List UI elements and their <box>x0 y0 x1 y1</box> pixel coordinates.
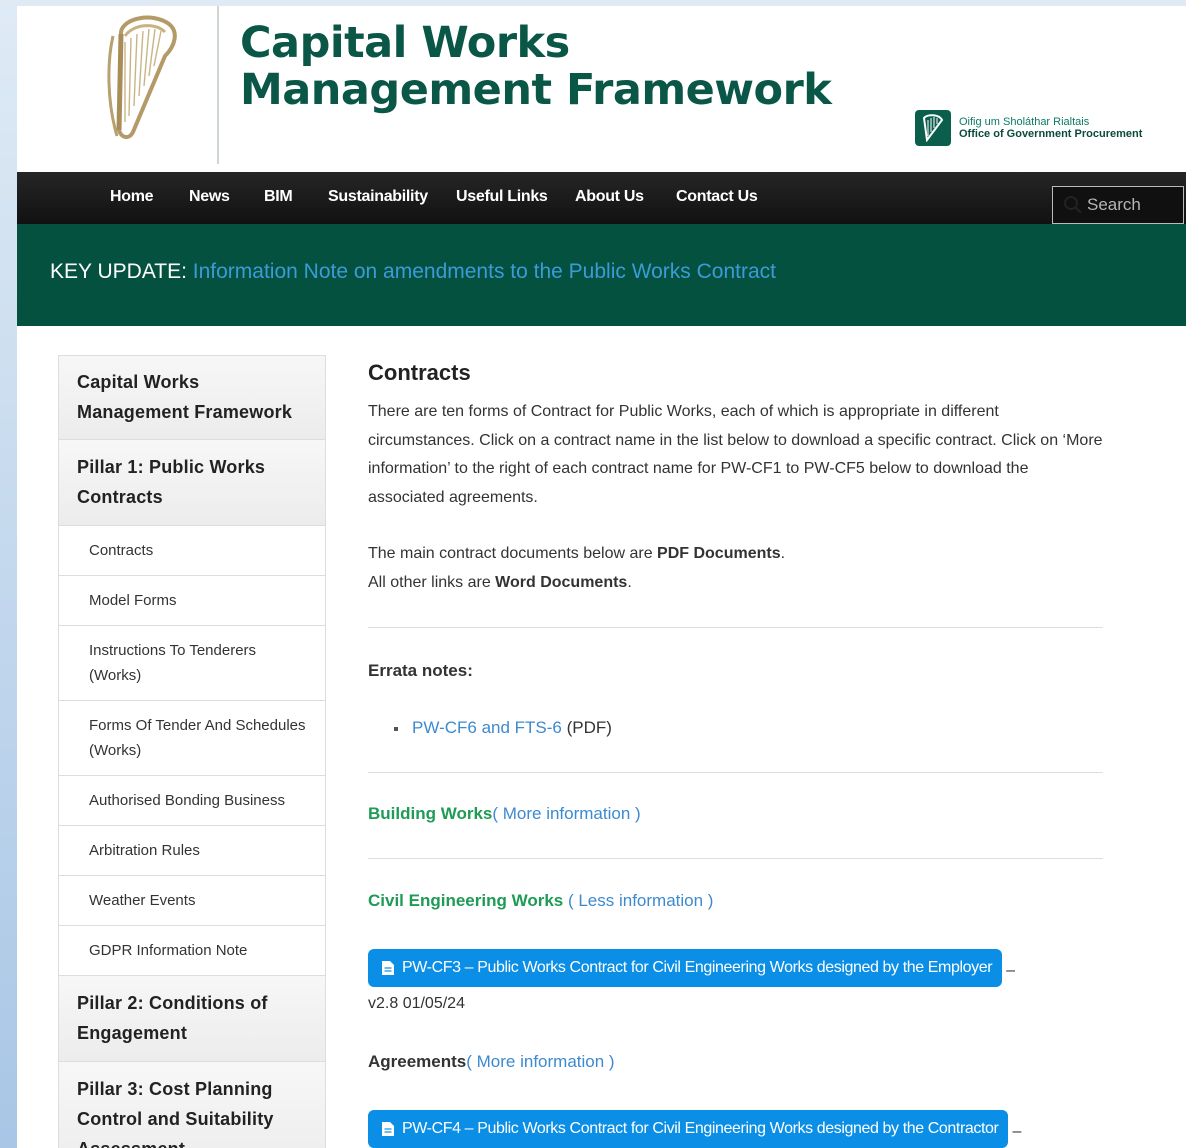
sidebar-item-instructions-to-tenderers[interactable]: Instructions To Tenderers (Works) <box>59 626 325 701</box>
site-header: Capital Works Management Framework Oifig… <box>17 6 1186 172</box>
civil-less-info-link[interactable]: ( Less information ) <box>563 891 714 910</box>
harp-logo-icon <box>107 15 177 139</box>
nav-news[interactable]: News <box>189 188 230 206</box>
divider <box>368 858 1103 859</box>
cf3-row: PW-CF3 – Public Works Contract for Civil… <box>368 949 1015 987</box>
search-input[interactable] <box>1087 195 1177 215</box>
ogp-harp-icon <box>915 110 951 146</box>
site-title-line1: Capital Works <box>240 18 570 68</box>
divider <box>368 627 1103 628</box>
document-icon <box>382 961 394 975</box>
nav-about-us[interactable]: About Us <box>575 188 644 206</box>
cf3-dash: – <box>1006 962 1016 979</box>
ogp-irish-name: Oifig um Sholáthar Rialtais <box>959 116 1090 128</box>
sidebar-item-arbitration-rules[interactable]: Arbitration Rules <box>59 826 325 876</box>
sidebar-item-gdpr-note[interactable]: GDPR Information Note <box>59 926 325 976</box>
page: Capital Works Management Framework Oifig… <box>17 6 1186 1148</box>
errata-title: Errata notes: <box>368 661 473 680</box>
agreements-more-info-link[interactable]: ( More information ) <box>466 1052 614 1071</box>
page-title: Contracts <box>368 360 471 385</box>
cf4-row: PW-CF4 – Public Works Contract for Civil… <box>368 1110 1021 1148</box>
key-update-banner: KEY UPDATE: Information Note on amendmen… <box>17 224 1186 326</box>
divider <box>368 772 1103 773</box>
ogp-english-name: Office of Government Procurement <box>959 128 1143 140</box>
sidebar-heading-pillar2[interactable]: Pillar 2: Conditions of Engagement <box>59 976 325 1062</box>
nav-bim[interactable]: BIM <box>264 188 293 206</box>
docs-suffix: . <box>780 545 786 562</box>
sidebar-item-forms-of-tender[interactable]: Forms Of Tender And Schedules (Works) <box>59 701 325 776</box>
nav-contact-us[interactable]: Contact Us <box>676 188 758 206</box>
pw-cf3-download-button[interactable]: PW-CF3 – Public Works Contract for Civil… <box>368 949 1003 987</box>
key-update-label: KEY UPDATE: <box>50 260 187 283</box>
agreements-row: Agreements( More information ) <box>368 1052 615 1072</box>
main-content: Contracts There are ten forms of Contrac… <box>368 356 1103 597</box>
main-nav: Home News BIM Sustainability Useful Link… <box>17 172 1186 224</box>
intro-paragraph: There are ten forms of Contract for Publ… <box>368 403 1103 506</box>
building-more-info-link[interactable]: ( More information ) <box>492 804 640 823</box>
ogp-logo[interactable]: Oifig um Sholáthar Rialtais Office of Go… <box>915 110 1142 146</box>
pw-cf3-label: PW-CF3 – Public Works Contract for Civil… <box>402 959 993 976</box>
sidebar-item-authorised-bonding[interactable]: Authorised Bonding Business <box>59 776 325 826</box>
agreements-label: Agreements <box>368 1052 467 1071</box>
docs-note: The main contract documents below are PD… <box>368 540 1103 597</box>
sidebar-heading-pillar1[interactable]: Pillar 1: Public Works Contracts <box>59 440 325 526</box>
cf3-version: v2.8 01/05/24 <box>368 995 465 1012</box>
errata-item: PW-CF6 and FTS-6 (PDF) <box>394 718 612 738</box>
errata-suffix: (PDF) <box>561 718 612 737</box>
nav-sustainability[interactable]: Sustainability <box>328 188 428 206</box>
nav-home[interactable]: Home <box>110 188 154 206</box>
sidebar: Capital Works Management Framework Pilla… <box>58 355 326 1148</box>
search-box <box>1052 186 1184 224</box>
building-works-link[interactable]: Building Works <box>368 804 492 823</box>
other-prefix: All other links are <box>368 573 496 591</box>
building-works-row: Building Works( More information ) <box>368 804 641 824</box>
document-icon <box>382 1122 394 1136</box>
pw-cf4-download-button[interactable]: PW-CF4 – Public Works Contract for Civil… <box>368 1110 1009 1148</box>
site-title-line2: Management Framework <box>240 65 832 115</box>
civil-works-link[interactable]: Civil Engineering Works <box>368 891 563 910</box>
sidebar-item-weather-events[interactable]: Weather Events <box>59 876 325 926</box>
pw-cf4-label: PW-CF4 – Public Works Contract for Civil… <box>402 1120 999 1137</box>
sidebar-item-contracts[interactable]: Contracts <box>59 526 325 576</box>
key-update-link[interactable]: Information Note on amendments to the Pu… <box>193 260 776 283</box>
errata-list: PW-CF6 and FTS-6 (PDF) <box>394 718 612 738</box>
errata-link[interactable]: PW-CF6 and FTS-6 <box>412 718 562 737</box>
sidebar-heading-cwmf[interactable]: Capital Works Management Framework <box>59 356 325 440</box>
other-word: Word Documents <box>495 573 628 591</box>
cf4-dash: – <box>1012 1123 1022 1140</box>
sidebar-heading-pillar3[interactable]: Pillar 3: Cost Planning Control and Suit… <box>59 1062 325 1148</box>
nav-useful-links[interactable]: Useful Links <box>456 188 548 206</box>
other-suffix: . <box>627 573 632 591</box>
site-title[interactable]: Capital Works Management Framework <box>240 18 832 115</box>
sidebar-item-model-forms[interactable]: Model Forms <box>59 576 325 626</box>
docs-prefix: The main contract documents below are <box>368 545 658 562</box>
docs-pdf: PDF Documents <box>657 545 781 562</box>
search-icon[interactable] <box>1063 195 1083 215</box>
civil-works-row: Civil Engineering Works ( Less informati… <box>368 891 713 911</box>
header-divider <box>217 6 219 164</box>
